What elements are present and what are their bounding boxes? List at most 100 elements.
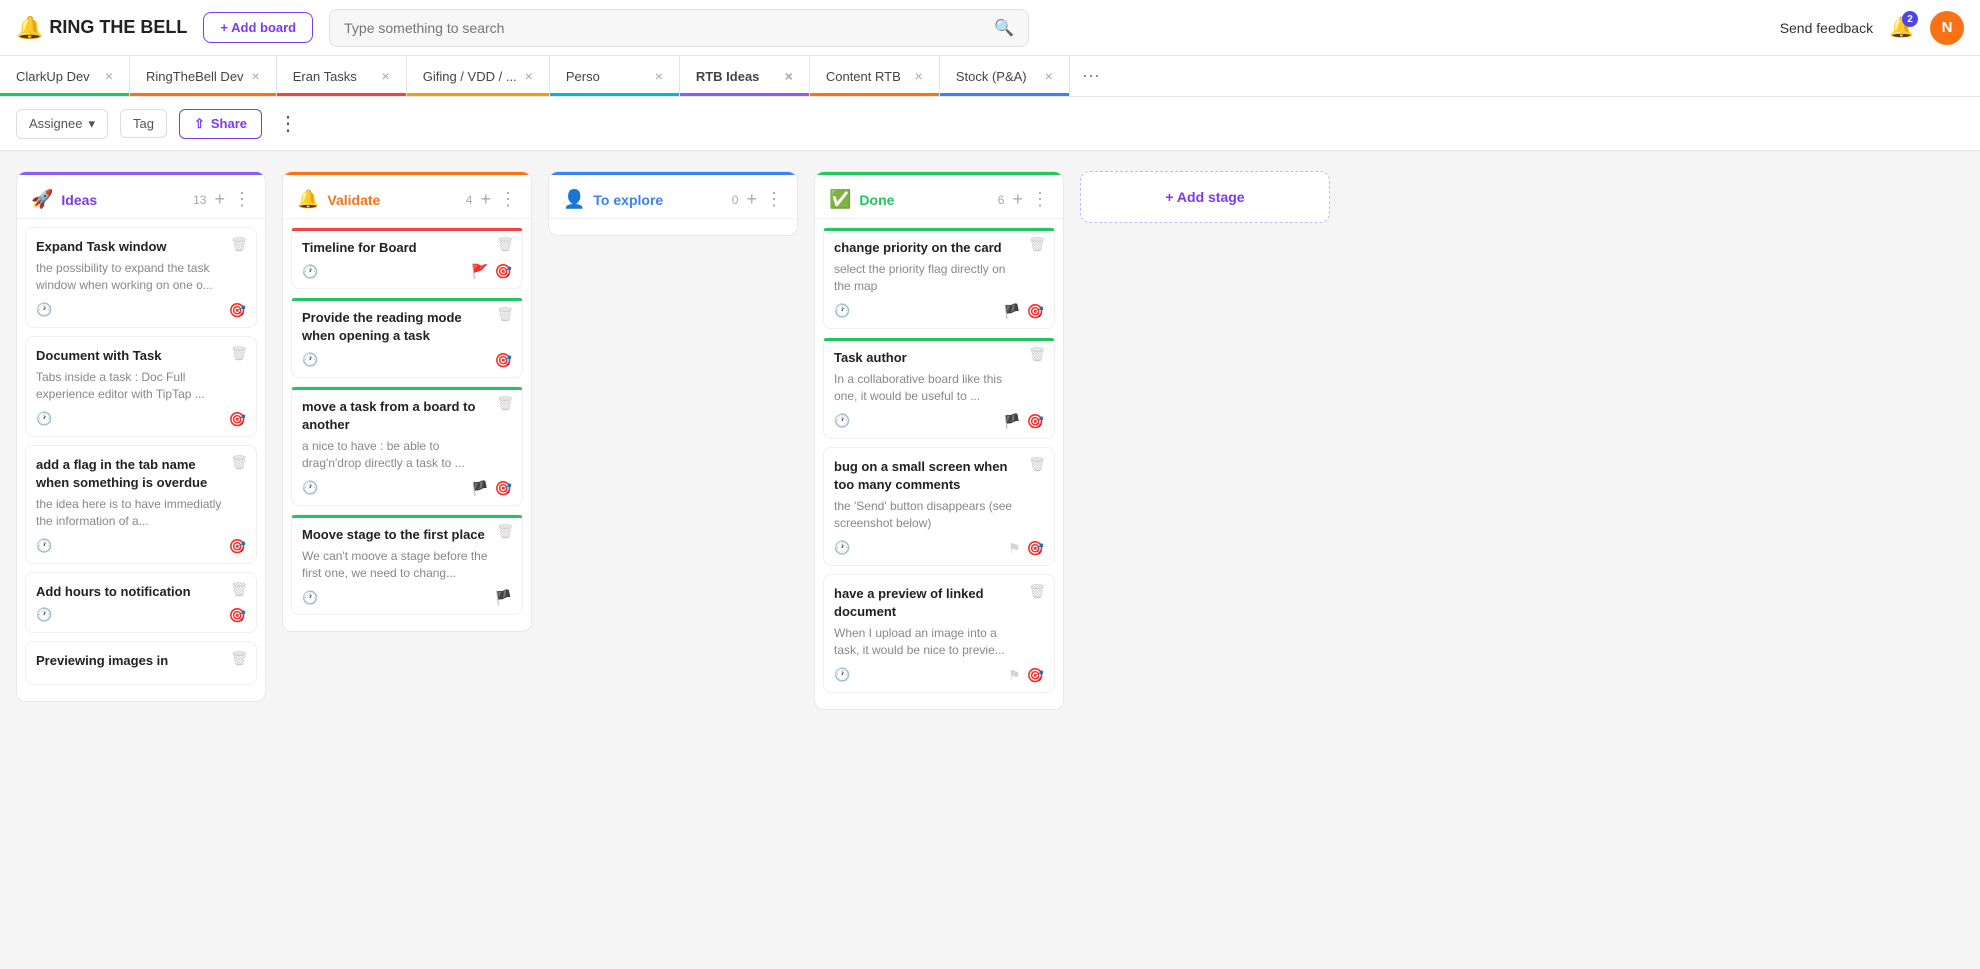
card-delete-button[interactable]: 🗑 bbox=[230, 236, 248, 253]
tab-perso[interactable]: Perso × bbox=[550, 56, 680, 96]
card-footer: 🕐 🎯 bbox=[36, 302, 246, 319]
tab-rtb-dev[interactable]: RingTheBell Dev × bbox=[130, 56, 277, 96]
card-actions: 🎯 bbox=[229, 302, 246, 319]
tab-close-icon[interactable]: × bbox=[1045, 68, 1053, 84]
card-footer: 🕐 🏴 🎯 bbox=[834, 303, 1044, 320]
card-title: Previewing images in bbox=[36, 652, 246, 670]
clock-icon: 🕐 bbox=[302, 352, 318, 368]
card-delete-button[interactable]: 🗑 bbox=[230, 345, 248, 362]
search-input[interactable] bbox=[344, 20, 986, 36]
logo-text: RING THE BELL bbox=[49, 17, 187, 38]
tab-close-icon[interactable]: × bbox=[252, 68, 260, 84]
tab-close-icon[interactable]: × bbox=[785, 68, 793, 84]
clock-icon: 🕐 bbox=[834, 413, 850, 429]
tag-filter[interactable]: Tag bbox=[120, 109, 167, 138]
card-desc: When I upload an image into a task, it w… bbox=[834, 625, 1044, 659]
card-title: Document with Task bbox=[36, 347, 246, 365]
target-icon: 🎯 bbox=[495, 352, 512, 369]
col-body: 🗑 Timeline for Board 🕐 🚩 🎯 🗑 Provide bbox=[283, 219, 531, 631]
flag-icon: 🏴 bbox=[495, 589, 512, 606]
card-delete-button[interactable]: 🗑 bbox=[496, 523, 514, 540]
col-more-button[interactable]: ⋮ bbox=[499, 189, 517, 210]
tab-close-icon[interactable]: × bbox=[382, 68, 390, 84]
flag-icon: 🚩 bbox=[471, 263, 488, 280]
card-v1: 🗑 Timeline for Board 🕐 🚩 🎯 bbox=[291, 227, 523, 289]
logo: 🔔 RING THE BELL bbox=[16, 15, 187, 41]
card-d4: 🗑 have a preview of linked document When… bbox=[823, 574, 1055, 693]
add-stage-button[interactable]: + Add stage bbox=[1080, 171, 1330, 223]
card-desc: In a collaborative board like this one, … bbox=[834, 371, 1044, 405]
col-more-button[interactable]: ⋮ bbox=[233, 189, 251, 210]
assignee-filter[interactable]: Assignee ▾ bbox=[16, 109, 108, 139]
col-icon: 🔔 bbox=[297, 189, 319, 210]
card-delete-button[interactable]: 🗑 bbox=[496, 395, 514, 412]
tab-label: Stock (P&A) bbox=[956, 69, 1027, 84]
col-icon: 👤 bbox=[563, 189, 585, 210]
card-delete-button[interactable]: 🗑 bbox=[1028, 583, 1046, 600]
card-delete-button[interactable]: 🗑 bbox=[230, 454, 248, 471]
logo-icon: 🔔 bbox=[16, 15, 43, 41]
card-footer: 🕐 ⚑ 🎯 bbox=[834, 540, 1044, 557]
card-delete-button[interactable]: 🗑 bbox=[230, 650, 248, 667]
chevron-down-icon: ▾ bbox=[88, 116, 95, 132]
col-add-button[interactable]: + bbox=[214, 189, 225, 210]
card-c4: 🗑 Add hours to notification 🕐 🎯 bbox=[25, 572, 257, 633]
card-c2: 🗑 Document with Task Tabs inside a task … bbox=[25, 336, 257, 437]
column-done: ✅ Done 6 + ⋮ 🗑 change priority on the ca… bbox=[814, 171, 1064, 710]
card-delete-button[interactable]: 🗑 bbox=[1028, 236, 1046, 253]
tab-label: ClarkUp Dev bbox=[16, 69, 90, 84]
col-icon: 🚀 bbox=[31, 189, 53, 210]
card-d1: 🗑 change priority on the card select the… bbox=[823, 227, 1055, 329]
flag-icon: 🏴 bbox=[1003, 303, 1020, 320]
card-actions: 🚩 🎯 bbox=[471, 263, 512, 280]
card-desc: the 'Send' button disappears (see screen… bbox=[834, 498, 1044, 532]
tab-rtb-ideas[interactable]: RTB Ideas × bbox=[680, 56, 810, 96]
col-more-button[interactable]: ⋮ bbox=[1031, 189, 1049, 210]
tab-label: Perso bbox=[566, 69, 600, 84]
tab-close-icon[interactable]: × bbox=[105, 68, 113, 84]
clock-icon: 🕐 bbox=[834, 303, 850, 319]
col-title: Validate bbox=[327, 192, 457, 208]
col-add-button[interactable]: + bbox=[480, 189, 491, 210]
more-options-button[interactable]: ⋮ bbox=[274, 107, 302, 140]
card-delete-button[interactable]: 🗑 bbox=[1028, 346, 1046, 363]
tab-close-icon[interactable]: × bbox=[915, 68, 923, 84]
flag-icon: ⚑ bbox=[1008, 540, 1021, 557]
tab-gifing[interactable]: Gifing / VDD / ... × bbox=[407, 56, 550, 96]
feedback-button[interactable]: Send feedback bbox=[1780, 20, 1873, 36]
card-actions: 🏴 🎯 bbox=[471, 480, 512, 497]
card-v3: 🗑 move a task from a board to another a … bbox=[291, 386, 523, 506]
card-delete-button[interactable]: 🗑 bbox=[1028, 456, 1046, 473]
tab-eran[interactable]: Eran Tasks × bbox=[277, 56, 407, 96]
avatar[interactable]: N bbox=[1930, 11, 1964, 45]
card-meta: 🕐 bbox=[36, 607, 52, 623]
column-ideas: 🚀 Ideas 13 + ⋮ 🗑 Expand Task window the … bbox=[16, 171, 266, 702]
card-desc: We can't moove a stage before the first … bbox=[302, 548, 512, 582]
card-actions: 🏴 🎯 bbox=[1003, 303, 1044, 320]
col-add-button[interactable]: + bbox=[746, 189, 757, 210]
card-delete-button[interactable]: 🗑 bbox=[230, 581, 248, 598]
card-meta: 🕐 bbox=[834, 540, 850, 556]
card-meta: 🕐 bbox=[36, 302, 52, 318]
tab-close-icon[interactable]: × bbox=[525, 68, 533, 84]
col-add-button[interactable]: + bbox=[1012, 189, 1023, 210]
tab-content[interactable]: Content RTB × bbox=[810, 56, 940, 96]
target-icon: 🎯 bbox=[495, 263, 512, 280]
flag-icon: ⚑ bbox=[1008, 667, 1021, 684]
tab-close-icon[interactable]: × bbox=[655, 68, 663, 84]
notification-button[interactable]: 🔔 2 bbox=[1889, 15, 1914, 40]
column-validate: 🔔 Validate 4 + ⋮ 🗑 Timeline for Board 🕐 … bbox=[282, 171, 532, 632]
card-delete-button[interactable]: 🗑 bbox=[496, 236, 514, 253]
col-more-button[interactable]: ⋮ bbox=[765, 189, 783, 210]
card-meta: 🕐 bbox=[302, 264, 318, 280]
card-delete-button[interactable]: 🗑 bbox=[496, 306, 514, 323]
tab-label: Eran Tasks bbox=[293, 69, 357, 84]
share-button[interactable]: ⇧ Share bbox=[179, 109, 262, 139]
toolbar: Assignee ▾ Tag ⇧ Share ⋮ bbox=[0, 97, 1980, 151]
add-board-button[interactable]: + Add board bbox=[203, 12, 313, 43]
tab-clarkup[interactable]: ClarkUp Dev × bbox=[0, 56, 130, 96]
col-count: 13 bbox=[193, 193, 206, 207]
tab-stock[interactable]: Stock (P&A) × bbox=[940, 56, 1070, 96]
card-meta: 🕐 bbox=[302, 590, 318, 606]
tabs-more-button[interactable]: ⋯ bbox=[1070, 66, 1112, 87]
